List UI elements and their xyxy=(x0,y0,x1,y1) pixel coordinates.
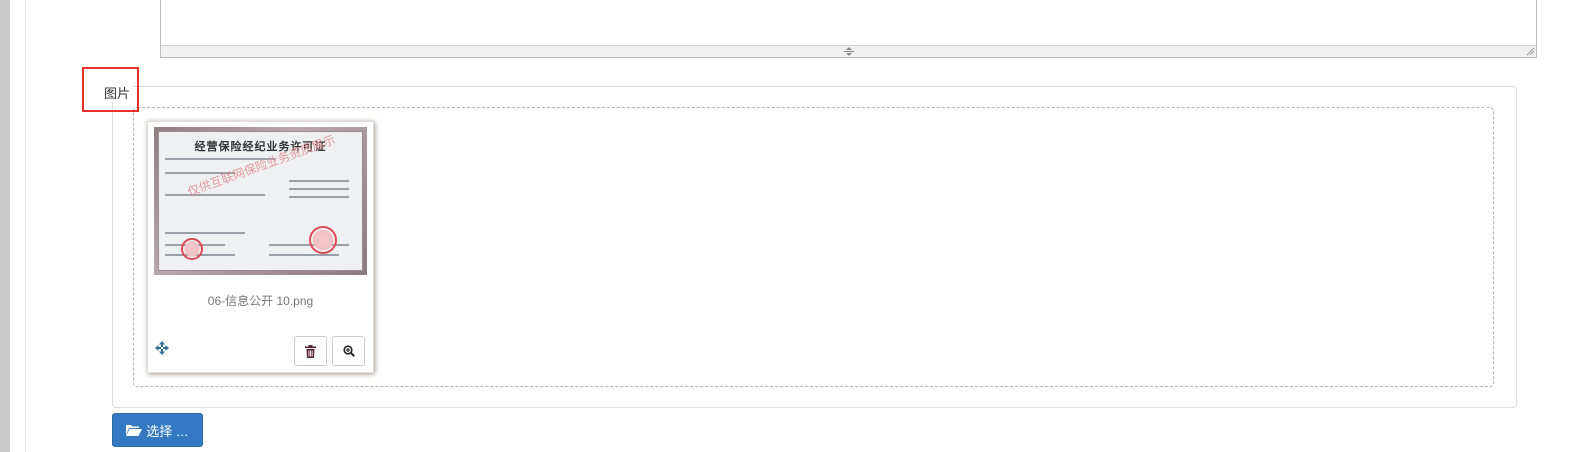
text-editor-area[interactable] xyxy=(160,0,1537,58)
folder-open-icon xyxy=(126,425,143,436)
left-scroll-gutter xyxy=(0,0,10,452)
certificate-text-line xyxy=(289,180,349,182)
file-preview-card: 经营保险经纪业务许可证 仅供互联网保险业务资质展示 06-信息公开 10.png xyxy=(147,121,374,373)
certificate-text-line xyxy=(165,194,265,196)
certificate-seal xyxy=(181,238,203,260)
trash-icon xyxy=(305,344,316,358)
editor-status-bar xyxy=(161,45,1536,57)
zoom-in-icon xyxy=(342,345,355,357)
select-file-button[interactable]: 选择 … xyxy=(112,413,203,447)
resize-grip-icon[interactable] xyxy=(1526,47,1535,56)
left-divider xyxy=(25,0,26,452)
certificate-text-line xyxy=(289,188,349,190)
certificate-text-line xyxy=(289,196,349,198)
certificate-text-line xyxy=(165,232,245,234)
certificate-text-line xyxy=(269,254,339,256)
select-file-label: 选择 … xyxy=(146,423,189,439)
zoom-preview-button[interactable] xyxy=(332,336,365,366)
delete-file-button[interactable] xyxy=(294,336,327,366)
file-name-caption: 06-信息公开 10.png xyxy=(207,294,314,308)
legend-highlight-box xyxy=(82,67,139,112)
vertical-resize-icon[interactable] xyxy=(842,47,856,56)
certificate-preview: 经营保险经纪业务许可证 仅供互联网保险业务资质展示 xyxy=(158,131,363,271)
certificate-seal xyxy=(309,226,337,254)
file-preview-image: 经营保险经纪业务许可证 仅供互联网保险业务资质展示 xyxy=(154,127,367,275)
move-icon[interactable] xyxy=(155,341,169,355)
